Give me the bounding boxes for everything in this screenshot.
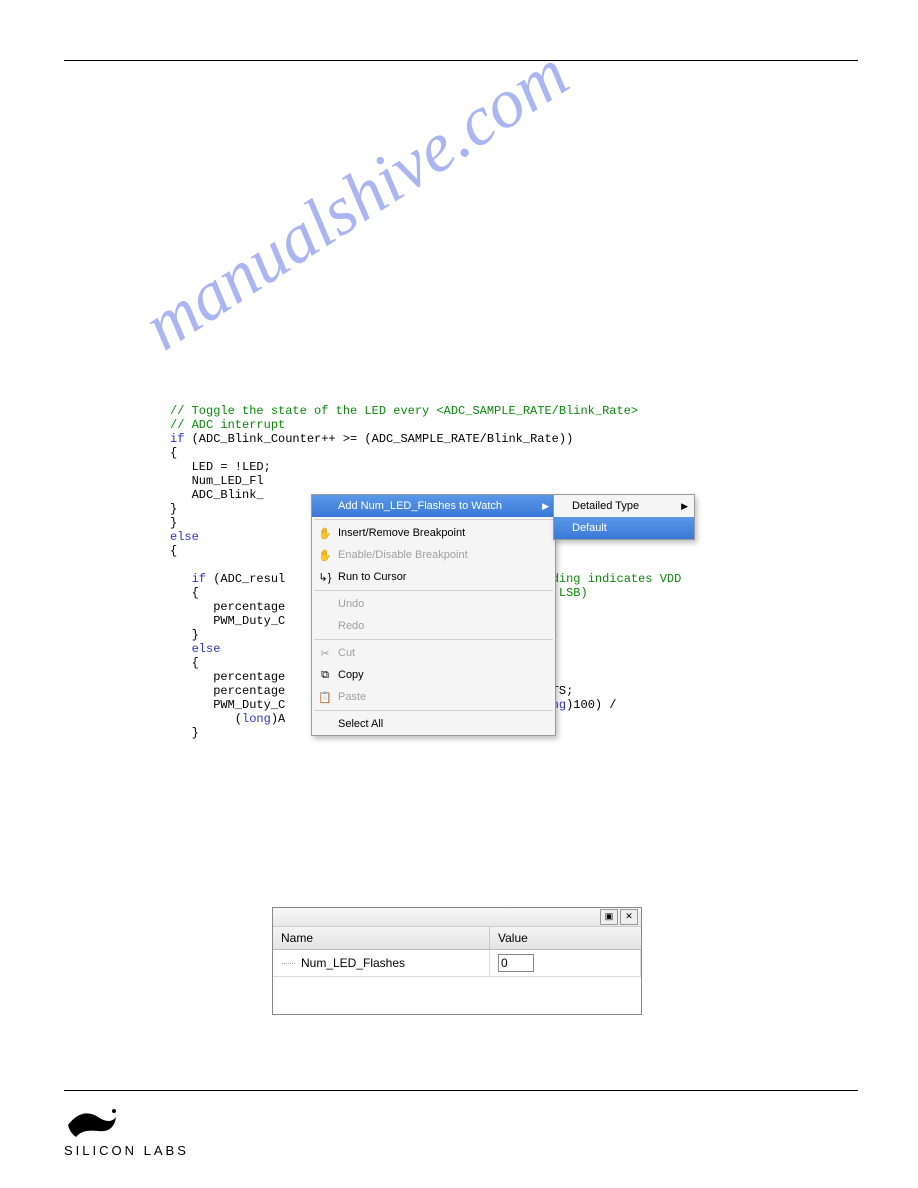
code-keyword: if [170,432,184,446]
menu-label: Insert/Remove Breakpoint [338,527,549,539]
top-rule [64,60,858,61]
code-text: (ADC_resul [206,572,285,586]
menu-label: Enable/Disable Breakpoint [338,549,549,561]
watch-header-row: Name Value [273,927,641,950]
code-comment: // Toggle the state of the LED every <AD… [170,404,638,418]
footer-rule [64,1090,858,1091]
footer: SILICON LABS [64,1090,858,1158]
watch-body: ······· Num_LED_Flashes [273,950,641,1014]
chevron-right-icon: ▶ [542,501,549,512]
hand-icon: ✋ [316,525,334,541]
paste-icon: 📋 [316,689,334,705]
code-text: { [170,446,177,460]
scissors-icon: ✂ [316,645,334,661]
menu-item-detailed-type[interactable]: Detailed Type ▶ [554,495,694,517]
code-keyword: if [170,572,206,586]
code-text: { [170,656,199,670]
document-page: // Toggle the state of the LED every <AD… [0,0,918,1188]
run-to-cursor-icon: ↳} [316,569,334,585]
code-text: PWM_Duty_C [170,698,285,712]
code-text: percentage [170,600,285,614]
blank-icon [316,716,334,732]
code-text: )100) / [566,698,616,712]
code-text: } [170,628,199,642]
code-keyword: else [170,642,220,656]
hand-disabled-icon: ✋ [316,547,334,563]
blank-icon [316,498,334,514]
watch-column-value[interactable]: Value [490,927,641,949]
code-text: percentage [170,684,285,698]
blank-icon [316,596,334,612]
watch-row[interactable]: ······· Num_LED_Flashes [273,950,641,977]
silicon-labs-text: SILICON LABS [64,1143,858,1158]
menu-item-redo[interactable]: Redo [312,615,555,637]
tree-dots-icon: ······· [281,958,295,968]
menu-item-cut[interactable]: ✂ Cut [312,642,555,664]
watch-var-name: Num_LED_Flashes [301,956,405,970]
code-keyword: else [170,530,199,544]
menu-label: Paste [338,691,549,703]
code-text: { [170,586,199,600]
menu-item-select-all[interactable]: Select All [312,713,555,735]
menu-label: Select All [338,718,549,730]
code-text: } [170,502,177,516]
menu-separator [314,710,553,711]
watch-window: ▣ ✕ Name Value ······· Num_LED_Flashes [272,907,642,1015]
menu-item-insert-breakpoint[interactable]: ✋ Insert/Remove Breakpoint [312,522,555,544]
blank-icon [316,618,334,634]
close-icon[interactable]: ✕ [620,909,638,925]
code-text: PWM_Duty_C [170,614,285,628]
menu-label: Redo [338,620,549,632]
code-text: (ADC_Blink_Counter++ >= (ADC_SAMPLE_RATE… [184,432,573,446]
restore-icon[interactable]: ▣ [600,909,618,925]
menu-separator [314,639,553,640]
silicon-labs-mark-icon [64,1103,120,1143]
code-text: } [170,726,199,740]
code-text: ( [170,712,242,726]
menu-label: Cut [338,647,549,659]
context-menu[interactable]: Add Num_LED_Flashes to Watch ▶ ✋ Insert/… [311,494,556,736]
menu-item-undo[interactable]: Undo [312,593,555,615]
menu-label: Default [572,522,688,534]
menu-separator [314,519,553,520]
code-text: LED = !LED; [170,460,271,474]
copy-icon: ⧉ [316,667,334,683]
watch-window-titlebar: ▣ ✕ [273,908,641,927]
chevron-right-icon: ▶ [681,501,688,512]
menu-separator [314,590,553,591]
watch-cell-name: ······· Num_LED_Flashes [273,950,490,976]
menu-item-enable-breakpoint[interactable]: ✋ Enable/Disable Breakpoint [312,544,555,566]
menu-item-add-watch[interactable]: Add Num_LED_Flashes to Watch ▶ [312,495,555,517]
code-text: percentage [170,670,285,684]
code-comment: // ADC interrupt [170,418,285,432]
menu-item-run-to-cursor[interactable]: ↳} Run to Cursor [312,566,555,588]
watch-cell-value[interactable] [490,950,641,976]
menu-label: Add Num_LED_Flashes to Watch [338,500,538,512]
menu-item-paste[interactable]: 📋 Paste [312,686,555,708]
menu-item-copy[interactable]: ⧉ Copy [312,664,555,686]
code-text: ADC_Blink_ [170,488,264,502]
code-text: )A [271,712,285,726]
code-text: Num_LED_Fl [170,474,264,488]
watch-column-name[interactable]: Name [273,927,490,949]
menu-label: Detailed Type [572,500,677,512]
code-keyword: long [242,712,271,726]
watermark: manualshive.com [130,34,583,367]
silicon-labs-logo [64,1103,858,1143]
menu-label: Undo [338,598,549,610]
code-text: { [170,544,177,558]
menu-label: Run to Cursor [338,571,549,583]
context-submenu[interactable]: Detailed Type ▶ Default [553,494,695,540]
watch-value-input[interactable] [498,954,534,972]
menu-label: Copy [338,669,549,681]
menu-item-default[interactable]: Default [554,517,694,539]
